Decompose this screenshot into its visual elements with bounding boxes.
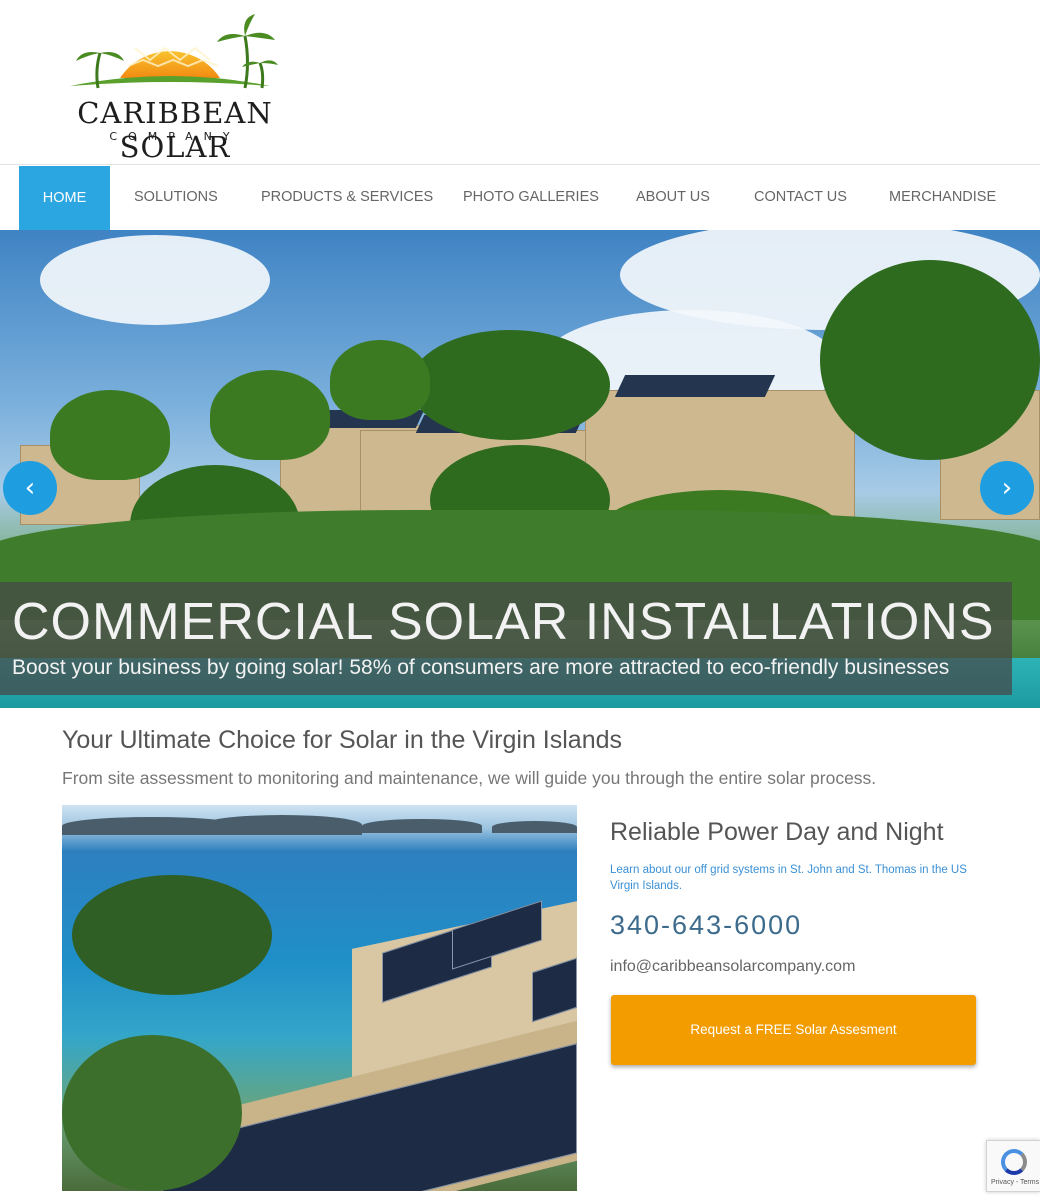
recaptcha-badge[interactable]: Privacy - Terms <box>986 1140 1040 1192</box>
sun-palm-logo-icon <box>70 14 278 89</box>
palm-shape <box>330 340 430 420</box>
main-nav: HOME SOLUTIONS PRODUCTS & SERVICES PHOTO… <box>0 165 1040 230</box>
recaptcha-links[interactable]: Privacy - Terms <box>991 1179 1039 1186</box>
chevron-right-icon: › <box>1001 473 1013 503</box>
palm-tree-shape <box>62 1035 242 1191</box>
nav-item-photo-galleries[interactable]: PHOTO GALLERIES <box>463 165 599 229</box>
logo-subtitle: COMPANY <box>109 130 241 143</box>
hero-caption: COMMERCIAL SOLAR INSTALLATIONS Boost you… <box>0 582 1012 695</box>
chevron-left-icon: ‹ <box>24 473 36 503</box>
nav-item-merchandise[interactable]: MERCHANDISE <box>889 165 996 229</box>
hero-slider: COMMERCIAL SOLAR INSTALLATIONS Boost you… <box>0 230 1040 708</box>
section-subline: From site assessment to monitoring and m… <box>62 768 877 788</box>
section-headline: Your Ultimate Choice for Solar in the Vi… <box>62 726 623 754</box>
site-header: CARIBBEAN SOLAR COMPANY <box>0 0 1040 165</box>
tree-shape <box>410 330 610 440</box>
off-grid-link[interactable]: Learn about our off grid systems in St. … <box>610 862 970 894</box>
site-logo[interactable]: CARIBBEAN SOLAR COMPANY <box>40 8 310 164</box>
side-title: Reliable Power Day and Night <box>610 818 944 846</box>
cloud-shape <box>40 235 270 325</box>
palm-tree-shape <box>72 875 272 995</box>
rooftop-solar-photo <box>62 805 577 1191</box>
island-shape <box>202 815 362 835</box>
request-assessment-button[interactable]: Request a FREE Solar Assesment <box>611 995 976 1065</box>
tree-shape <box>820 260 1040 460</box>
slider-prev-button[interactable]: ‹ <box>3 461 57 515</box>
hero-title: COMMERCIAL SOLAR INSTALLATIONS <box>12 593 995 651</box>
nav-item-products-services[interactable]: PRODUCTS & SERVICES <box>261 165 433 229</box>
nav-item-home[interactable]: HOME <box>19 166 110 230</box>
nav-item-about-us[interactable]: ABOUT US <box>636 165 710 229</box>
hero-subtitle: Boost your business by going solar! 58% … <box>12 656 950 679</box>
email-address[interactable]: info@caribbeansolarcompany.com <box>610 958 855 976</box>
phone-number[interactable]: 340-643-6000 <box>610 910 802 941</box>
island-shape <box>362 819 482 833</box>
recaptcha-icon <box>1001 1149 1027 1175</box>
palm-shape <box>50 390 170 480</box>
slider-next-button[interactable]: › <box>980 461 1034 515</box>
solar-roof <box>614 375 776 397</box>
island-shape <box>492 821 577 833</box>
nav-item-contact-us[interactable]: CONTACT US <box>754 165 847 229</box>
nav-item-solutions[interactable]: SOLUTIONS <box>134 165 218 229</box>
palm-shape <box>210 370 330 460</box>
